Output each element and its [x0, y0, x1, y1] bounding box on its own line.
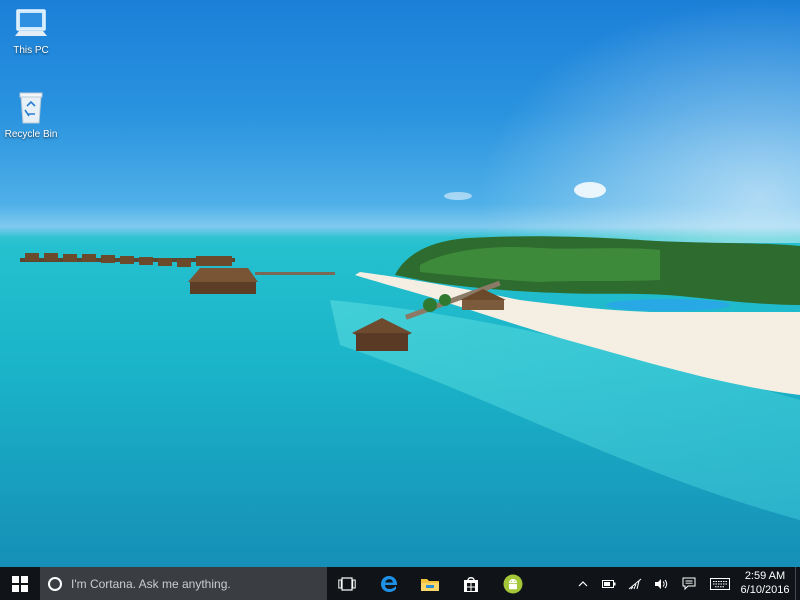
battery-tray-button[interactable]: [598, 567, 620, 600]
system-clock[interactable]: 2:59 AM 6/10/2016: [737, 569, 793, 597]
wallpaper: [0, 0, 800, 567]
desktop-icon-recycle-bin[interactable]: Recycle Bin: [0, 90, 63, 140]
edge-taskbar-button[interactable]: [369, 567, 409, 600]
battery-icon: [602, 579, 616, 588]
desktop-icon-label: This PC: [13, 45, 49, 56]
wifi-icon: [628, 578, 642, 589]
desktop[interactable]: This PC Recycle Bin: [0, 0, 800, 567]
action-center-button[interactable]: [678, 567, 700, 600]
action-center-icon: [682, 577, 696, 590]
taskbar: I'm Cortana. Ask me anything. 2:59 AM 6/…: [0, 567, 800, 600]
task-view-button[interactable]: [327, 567, 367, 600]
clock-date: 6/10/2016: [740, 584, 790, 596]
store-icon: [464, 576, 478, 592]
show-hidden-icons-button[interactable]: [572, 567, 594, 600]
android-icon: [503, 574, 523, 593]
android-taskbar-button[interactable]: [493, 567, 533, 600]
desktop-icon-label: Recycle Bin: [4, 129, 58, 140]
edge-icon: [381, 575, 398, 592]
cortana-icon: [48, 576, 62, 591]
file-explorer-taskbar-button[interactable]: [410, 567, 450, 600]
touch-keyboard-button[interactable]: [706, 567, 734, 600]
chevron-up-icon: [578, 580, 588, 586]
folder-icon: [421, 578, 439, 591]
desktop-icon-this-pc[interactable]: This PC: [0, 6, 63, 56]
keyboard-icon: [710, 577, 730, 590]
computer-icon: [15, 9, 47, 36]
cortana-search-box[interactable]: I'm Cortana. Ask me anything.: [40, 567, 327, 600]
volume-icon: [655, 578, 668, 589]
volume-tray-button[interactable]: [650, 567, 672, 600]
recycle-bin-icon: [19, 92, 43, 124]
windows-logo-icon: [12, 575, 28, 592]
store-taskbar-button[interactable]: [451, 567, 491, 600]
start-button[interactable]: [0, 567, 40, 600]
search-placeholder: I'm Cortana. Ask me anything.: [71, 576, 231, 591]
network-tray-button[interactable]: [624, 567, 646, 600]
show-desktop-button[interactable]: [795, 567, 800, 600]
clock-time: 2:59 AM: [744, 570, 786, 582]
task-view-icon: [338, 576, 356, 591]
